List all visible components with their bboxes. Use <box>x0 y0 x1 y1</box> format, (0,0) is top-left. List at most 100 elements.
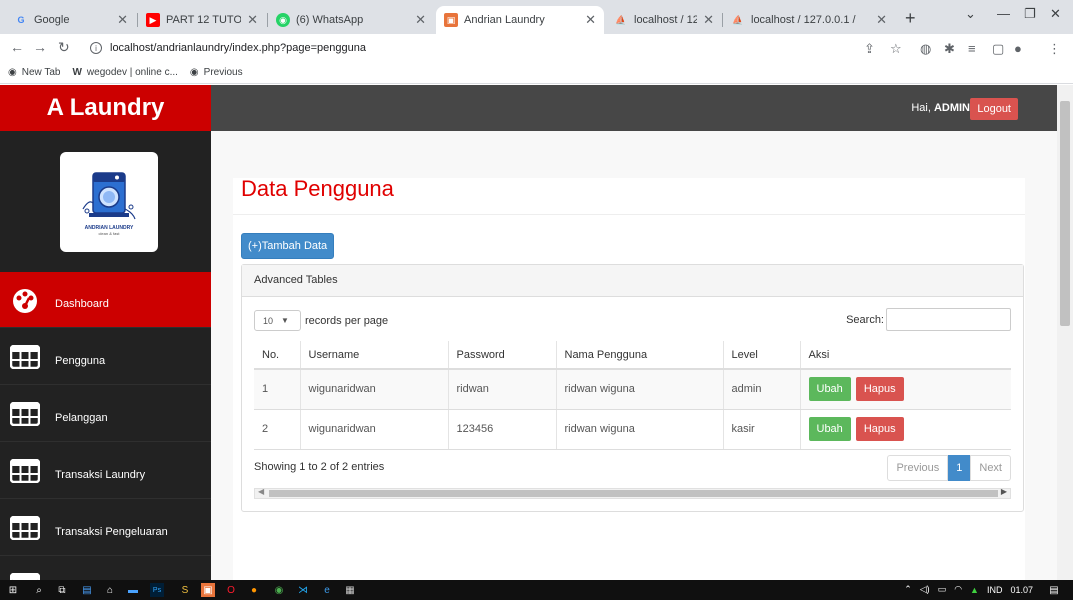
column-header-level[interactable]: Level <box>723 341 801 370</box>
table-row: 1 wigunaridwan ridwan ridwan wiguna admi… <box>254 369 1011 410</box>
notification-icon[interactable]: ▤ <box>1047 583 1061 597</box>
laundry-favicon-icon: ▣ <box>444 13 458 27</box>
share-icon[interactable]: ⇪ <box>864 41 875 57</box>
close-tab-icon[interactable]: ✕ <box>703 12 714 28</box>
scroll-left-arrow-icon[interactable]: ◀ <box>258 487 264 496</box>
close-window-button[interactable]: ✕ <box>1050 6 1061 22</box>
pagination-next[interactable]: Next <box>970 455 1011 481</box>
bookmark-previous[interactable]: ◉ Previous <box>190 67 243 78</box>
logo-area: ANDRIAN LAUNDRY clean & fast <box>0 131 211 271</box>
forward-arrow-icon[interactable]: → <box>33 39 47 55</box>
browser-tab-youtube[interactable]: ▶ PART 12 TUTORIAL MEN ✕ <box>138 6 266 34</box>
vscode-icon[interactable]: ⋊ <box>296 583 310 597</box>
delete-button[interactable]: Hapus <box>855 377 904 402</box>
xampp-icon[interactable]: ▣ <box>201 583 215 597</box>
search-icon[interactable]: ⌕ <box>32 583 46 597</box>
cell-password: ridwan <box>448 369 557 410</box>
reading-list-icon[interactable]: ≡ <box>968 41 976 56</box>
logout-button[interactable]: Logout <box>970 98 1018 120</box>
browser-tab-phpmyadmin-2[interactable]: ⛵ localhost / 127.0.0.1 / ✕ <box>723 6 895 34</box>
task-view-icon[interactable]: ⧉ <box>55 583 69 597</box>
column-header-aksi[interactable]: Aksi <box>800 341 1011 370</box>
sidebar-item-pelanggan[interactable]: Pelanggan <box>0 386 211 442</box>
records-per-page-select[interactable]: 10 ▼ <box>254 310 301 331</box>
browser-tab-google[interactable]: G Google ✕ <box>6 6 136 34</box>
sublime-icon[interactable]: S <box>178 583 192 597</box>
battery-icon[interactable]: ▭ <box>938 584 947 595</box>
column-header-username[interactable]: Username <box>300 341 449 370</box>
edit-button[interactable]: Ubah <box>808 417 851 441</box>
browser-menu-icon[interactable]: ⋮ <box>1048 41 1061 57</box>
back-arrow-icon[interactable]: ← <box>10 39 24 55</box>
firefox-icon[interactable]: ● <box>247 583 261 597</box>
scrollbar-thumb[interactable] <box>1060 101 1070 326</box>
edit-button[interactable]: Ubah <box>808 377 851 402</box>
sidebar-item-dashboard[interactable]: Dashboard <box>0 272 211 328</box>
opera-icon[interactable]: O <box>224 583 238 597</box>
column-header-no[interactable]: No. <box>254 341 301 370</box>
language-indicator[interactable]: IND <box>987 585 1003 595</box>
profile-avatar-icon[interactable]: ● <box>1014 41 1022 56</box>
browser-tab-andrian-laundry[interactable]: ▣ Andrian Laundry ✕ <box>436 6 604 34</box>
horizontal-scrollbar[interactable]: ◀ ▶ <box>254 487 1011 499</box>
speaker-icon[interactable]: ◁) <box>920 584 930 595</box>
column-header-nama-pengguna[interactable]: Nama Pengguna <box>556 341 724 370</box>
cell-no: 2 <box>254 409 301 450</box>
windows-start-icon[interactable]: ⊞ <box>6 583 20 597</box>
column-header-password[interactable]: Password <box>448 341 557 370</box>
bookmark-new-tab[interactable]: ◉ New Tab <box>8 67 60 78</box>
search-control: Search: <box>846 308 1011 331</box>
chrome-icon[interactable]: ◉ <box>272 583 286 597</box>
side-panel-icon[interactable]: ▢ <box>992 41 1004 57</box>
file-explorer-icon[interactable]: ▤ <box>80 583 94 597</box>
search-input[interactable] <box>886 308 1011 331</box>
browser-tab-whatsapp[interactable]: ◉ (6) WhatsApp ✕ <box>268 6 434 34</box>
scrollbar-thumb[interactable] <box>269 490 998 497</box>
scroll-right-arrow-icon[interactable]: ▶ <box>1001 487 1007 496</box>
sidebar-item-next[interactable] <box>0 557 211 580</box>
site-info-icon[interactable]: i <box>90 42 102 54</box>
store-icon[interactable]: ⌂ <box>103 583 117 597</box>
sidebar-item-label: Dashboard <box>55 297 109 310</box>
url-input[interactable]: i localhost/andrianlaundry/index.php?pag… <box>90 37 850 59</box>
reload-icon[interactable]: ↻ <box>58 39 70 56</box>
new-tab-button[interactable]: + <box>905 8 916 29</box>
close-tab-icon[interactable]: ✕ <box>247 12 258 28</box>
windows-taskbar: ⊞ ⌕ ⧉ ▤ ⌂ ▬ Ps S ▣ O ● ◉ ⋊ e ▦ ⌃ ◁) ▭ ◠ … <box>0 580 1073 600</box>
pagination-previous[interactable]: Previous <box>887 455 949 481</box>
pagination-page-1[interactable]: 1 <box>948 455 971 481</box>
bookmark-star-icon[interactable]: ☆ <box>890 41 902 57</box>
table-icon <box>10 344 43 369</box>
close-tab-icon[interactable]: ✕ <box>415 12 426 28</box>
close-tab-icon[interactable]: ✕ <box>585 12 596 28</box>
sidebar-item-pengguna[interactable]: Pengguna <box>0 329 211 385</box>
cell-nama-pengguna: ridwan wiguna <box>556 409 724 450</box>
restore-button[interactable]: ❐ <box>1024 6 1036 22</box>
tray-chevron-up-icon[interactable]: ⌃ <box>904 584 912 595</box>
edge-icon[interactable]: e <box>320 583 334 597</box>
sidebar-item-transaksi-pengeluaran[interactable]: Transaksi Pengeluaran <box>0 500 211 556</box>
brand-title[interactable]: A Laundry <box>0 85 211 131</box>
clock[interactable]: 01.07 <box>1010 585 1033 595</box>
nvidia-icon[interactable]: ▲ <box>970 585 979 595</box>
extensions-puzzle-icon[interactable]: ✱ <box>944 41 955 57</box>
photoshop-icon[interactable]: Ps <box>150 583 164 597</box>
close-tab-icon[interactable]: ✕ <box>117 12 128 28</box>
notepad-icon[interactable]: ▦ <box>343 583 357 597</box>
table-icon <box>10 458 43 483</box>
bookmark-wegodev[interactable]: W wegodev | online c... <box>72 67 177 78</box>
page-vertical-scrollbar[interactable] <box>1057 85 1073 580</box>
minimize-button[interactable]: — <box>997 6 1010 21</box>
browser-tab-phpmyadmin-1[interactable]: ⛵ localhost / 127.0.0.1 / ✕ <box>606 6 722 34</box>
sidebar-item-label: Pengguna <box>55 354 106 367</box>
add-data-button[interactable]: (+)Tambah Data <box>241 233 335 259</box>
globe-icon: ◉ <box>189 67 199 78</box>
username-label: ADMIN <box>933 102 970 114</box>
sidebar-item-transaksi-laundry[interactable]: Transaksi Laundry <box>0 443 211 499</box>
network-icon[interactable]: ◠ <box>954 584 962 595</box>
close-tab-icon[interactable]: ✕ <box>876 12 887 28</box>
tab-search-chevron-icon[interactable]: ⌄ <box>965 6 976 22</box>
delete-button[interactable]: Hapus <box>855 417 904 441</box>
extension-globe-icon[interactable]: ◍ <box>920 41 931 57</box>
mail-icon[interactable]: ▬ <box>126 583 140 597</box>
